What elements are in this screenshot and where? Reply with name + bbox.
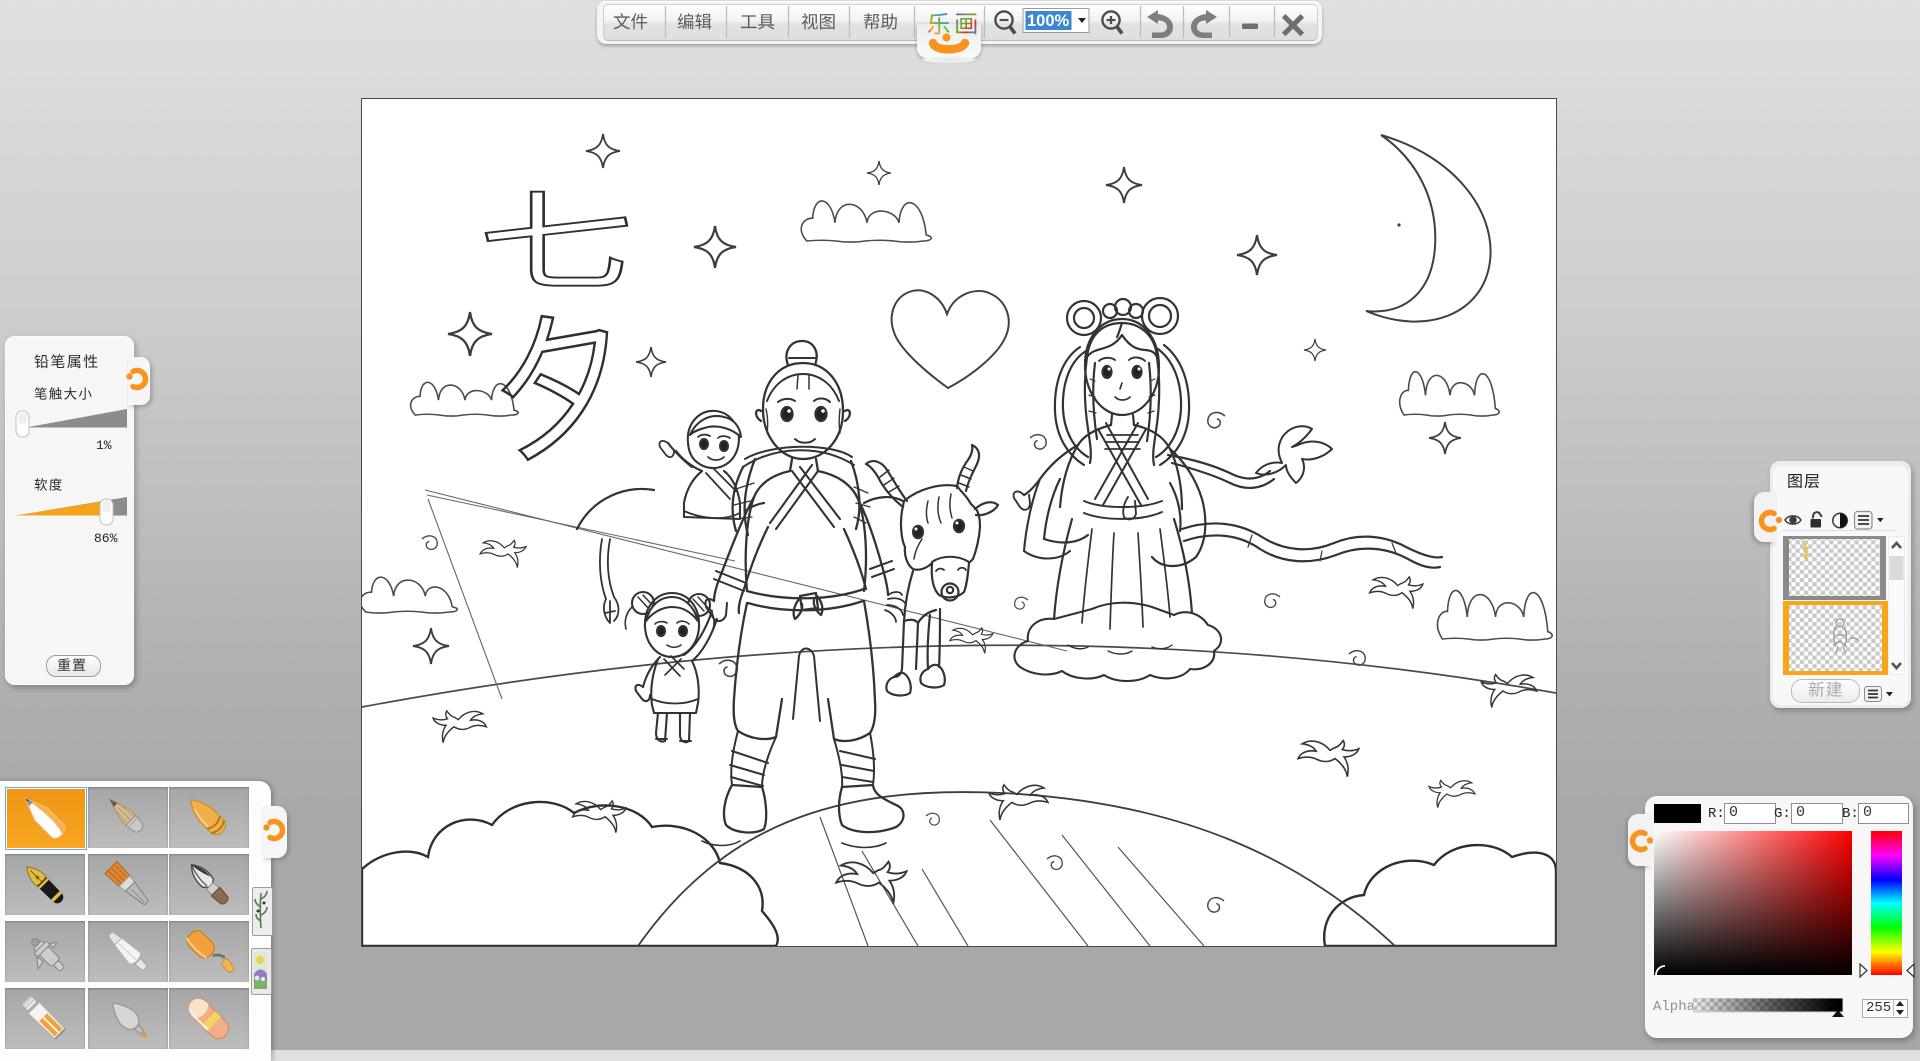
- svg-text:100%: 100%: [1027, 12, 1070, 30]
